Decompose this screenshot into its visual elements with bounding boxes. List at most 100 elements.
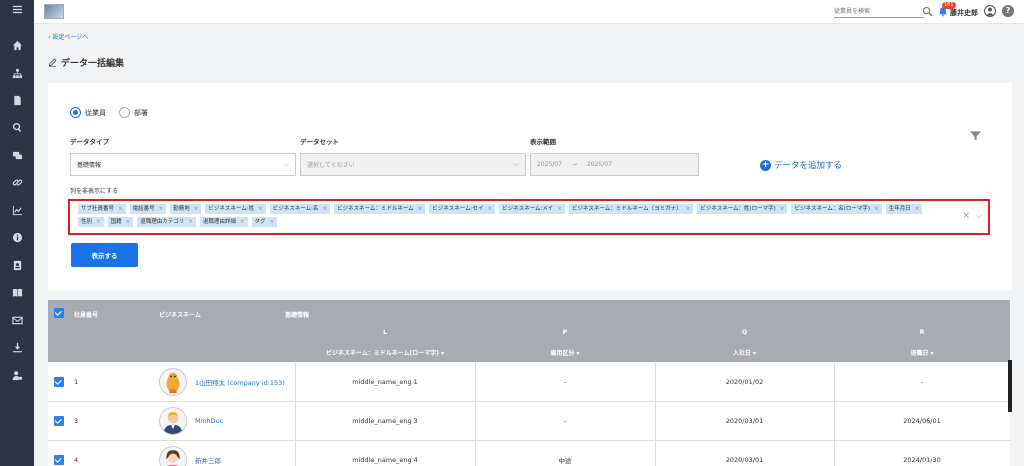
join-date-cell[interactable]: 2020/03/01 [655,441,834,466]
remove-tag-icon[interactable]: × [159,204,164,214]
radio-department-dot[interactable] [119,107,130,118]
hidden-column-tag[interactable]: タグ × [251,217,278,227]
remove-tag-icon[interactable]: × [270,217,275,227]
hidden-column-tag[interactable]: ビジネスネーム：ミドルネーム × [334,204,426,214]
middle-name-cell[interactable]: middle_name_eng 1 [295,363,475,401]
header-join-date[interactable]: 入社日 ▾ [655,348,834,357]
info-icon[interactable] [0,228,34,246]
employment-type-cell[interactable]: - [475,402,655,440]
remove-tag-icon[interactable]: × [780,204,785,214]
remove-tag-icon[interactable]: × [874,204,879,214]
employee-name-link[interactable]: 新井三郎 [195,441,221,466]
clear-icon[interactable]: × [962,211,970,221]
chat-icon[interactable] [0,146,34,164]
retire-date-cell[interactable]: 2024/06/01 [834,402,1010,440]
back-to-settings-link[interactable]: ‹ 設定ページへ [48,32,88,41]
retire-date-cell[interactable]: 2024/01/30 [834,441,1010,466]
menu-icon[interactable] [0,0,34,18]
radio-employee-dot[interactable] [70,107,81,118]
hidden-columns-multiselect[interactable]: サブ社員番号 × 電話番号 × 勤務地 × ビジネスネーム:姓 × ビジネスネーム:名 × ビジネス… [68,199,990,235]
data-type-select[interactable]: 基礎情報 ⌵ [70,153,296,176]
employee-search[interactable] [834,6,924,18]
hidden-column-tag[interactable]: 性別 × [78,217,104,227]
employment-type-cell[interactable]: - [475,363,655,401]
hidden-column-tag[interactable]: ビジネスネーム：名(ローマ字) × [791,204,882,214]
header-retire-date[interactable]: 退職日 ▾ [834,348,1010,357]
link-icon[interactable] [0,173,34,191]
remove-tag-icon[interactable]: × [557,204,562,214]
user-name[interactable]: 藤井史郎 [950,8,978,18]
org-chart-icon[interactable] [0,64,34,82]
join-date-cell[interactable]: 2020/01/02 [655,363,834,401]
table-row[interactable]: 3 MinhDuc middle_name_eng 3 - 2020/03/01… [48,402,1010,441]
retire-date-cell[interactable]: - [834,363,1010,401]
table-row[interactable]: 4 新井三郎 middle_name_eng 4 中途 2020/03/01 2… [48,441,1010,466]
header-middle-name-roman[interactable]: ビジネスネーム：ミドルネーム(ローマ字) ▾ [295,348,475,357]
hidden-column-tag[interactable]: 国籍 × [107,217,134,227]
hidden-column-tag[interactable]: ビジネスネーム：姓(ローマ字) × [697,204,788,214]
employee-name[interactable]: MinhDuc [195,417,223,425]
join-date-cell[interactable]: 2020/03/01 [655,402,834,440]
home-icon[interactable] [0,36,34,54]
employment-type-cell[interactable]: 中途 [475,441,655,466]
employee-name[interactable]: 1山田翔太 (company id:153) [195,377,285,387]
hidden-column-tag[interactable]: ビジネスネーム:姓 × [205,204,266,214]
radio-employee[interactable]: 従業員 [70,107,106,118]
hidden-column-tag[interactable]: サブ社員番号 × [78,204,126,214]
filter-icon[interactable] [970,131,981,141]
remove-tag-icon[interactable]: × [258,204,263,214]
header-business-name[interactable]: ビジネスネーム [159,310,201,319]
chart-icon[interactable] [0,201,34,219]
remove-tag-icon[interactable]: × [240,217,245,227]
hidden-column-tag[interactable]: ビジネスネーム:名 × [269,204,330,214]
employee-name[interactable]: 新井三郎 [195,455,221,465]
table-row[interactable]: 1 1山田翔太 (company id:153) middle_name_eng… [48,363,1010,402]
hidden-column-tag[interactable]: 退職理由詳細 × [199,217,248,227]
row-checkbox[interactable] [54,377,64,387]
header-employment-type[interactable]: 雇用区分 ▾ [475,348,655,357]
hidden-column-tag[interactable]: 生年月日 × [885,204,923,214]
remove-tag-icon[interactable]: × [118,204,123,214]
table-scrollbar[interactable] [1008,360,1012,412]
hidden-column-tag[interactable]: 退職理由カテゴリ × [137,217,196,227]
remove-tag-icon[interactable]: × [126,217,131,227]
help-icon[interactable]: ? [1002,5,1014,17]
hidden-column-tag[interactable]: 勤務地 × [170,204,202,214]
employee-name-link[interactable]: MinhDuc [195,402,223,440]
remove-tag-icon[interactable]: × [188,217,193,227]
company-logo[interactable] [44,4,64,19]
remove-tag-icon[interactable]: × [686,204,691,214]
row-checkbox[interactable] [54,416,64,426]
middle-name-cell[interactable]: middle_name_eng 4 [295,441,475,466]
row-checkbox[interactable] [54,455,64,465]
hidden-column-tag[interactable]: ビジネスネーム:セイ × [429,204,496,214]
remove-tag-icon[interactable]: × [322,204,327,214]
book-icon[interactable] [0,283,34,301]
header-employee-no[interactable]: 社員番号 [74,310,98,319]
remove-tag-icon[interactable]: × [915,204,920,214]
search-icon[interactable] [922,6,933,17]
select-all-checkbox[interactable] [54,308,64,318]
mail-icon[interactable] [0,311,34,329]
employee-search-input[interactable] [834,6,924,17]
radio-department[interactable]: 部署 [119,107,148,118]
document-icon[interactable] [0,91,34,109]
middle-name-cell[interactable]: middle_name_eng 3 [295,402,475,440]
search-icon[interactable] [0,118,34,136]
add-data-button[interactable]: + データを追加する [760,159,842,171]
employee-name-link[interactable]: 1山田翔太 (company id:153) [195,363,285,401]
download-icon[interactable] [0,338,34,356]
hidden-column-tag[interactable]: 電話番号 × [129,204,167,214]
remove-tag-icon[interactable]: × [418,204,423,214]
remove-tag-icon[interactable]: × [194,204,199,214]
user-avatar[interactable] [984,5,996,17]
contact-card-icon[interactable] [0,256,34,274]
chevron-down-icon[interactable]: ⌵ [976,211,982,221]
show-button[interactable]: 表示する [71,243,138,267]
hidden-column-tag[interactable]: ビジネスネーム：ミドルネーム（ヨミガナ） × [568,204,694,214]
remove-tag-icon[interactable]: × [96,217,101,227]
user-settings-icon[interactable] [0,366,34,384]
hidden-column-tag[interactable]: ビジネスネーム:メイ × [499,204,565,214]
dataset-select[interactable]: 選択してください ⌵ [300,153,526,176]
display-range-picker[interactable]: 2025/07 → 2025/07 [530,153,699,176]
